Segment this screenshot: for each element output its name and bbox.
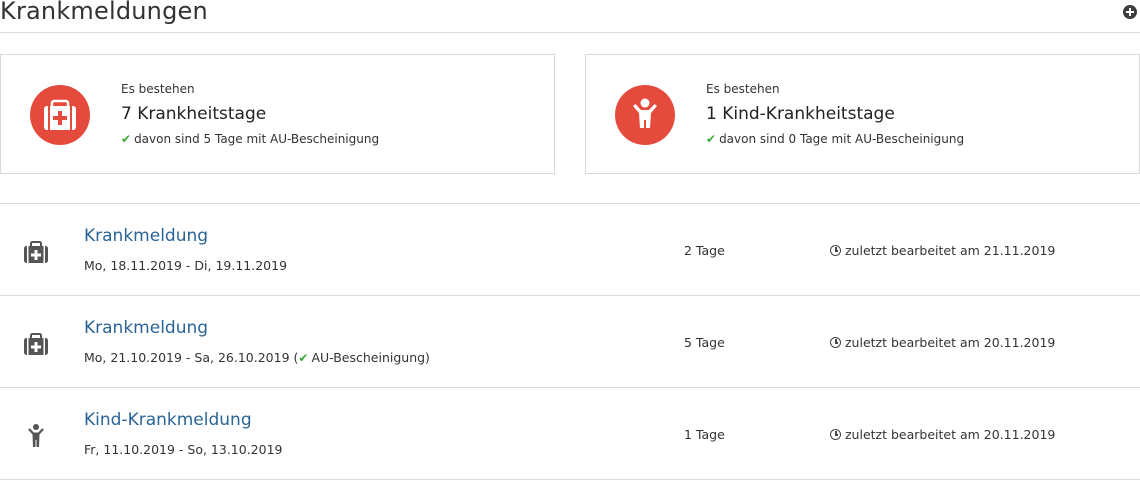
child-icon bbox=[615, 85, 675, 145]
summary-sub-text: davon sind 0 Tage mit AU-Bescheinigung bbox=[719, 132, 965, 146]
summary-value: 1 Kind-Krankheitstage bbox=[706, 104, 895, 124]
summary-label: Es bestehen bbox=[706, 82, 780, 96]
entry-title-link[interactable]: Kind-Krankmeldung bbox=[84, 410, 252, 430]
summary-card-sick-days: Es bestehen 7 Krankheitstage ✔ davon sind… bbox=[0, 54, 555, 174]
add-plus-icon[interactable] bbox=[1123, 5, 1137, 19]
first-aid-kit-icon bbox=[24, 333, 48, 355]
entry-days: 1 Tage bbox=[684, 427, 725, 442]
entry-title-link[interactable]: Krankmeldung bbox=[84, 226, 208, 246]
checkmark-icon: ✔ bbox=[706, 132, 717, 146]
first-aid-kit-icon bbox=[24, 241, 48, 263]
summary-card-child-sick-days: Es bestehen 1 Kind-Krankheitstage ✔ davon… bbox=[585, 54, 1140, 174]
clock-icon bbox=[830, 429, 841, 440]
entry-dates-text: Mo, 21.10.2019 - Sa, 26.10.2019 ( bbox=[84, 350, 299, 365]
summary-sub: ✔ davon sind 0 Tage mit AU-Bescheinigung bbox=[706, 132, 964, 146]
first-aid-kit-icon bbox=[30, 85, 90, 145]
entry-title-link[interactable]: Krankmeldung bbox=[84, 318, 208, 338]
entry-days: 5 Tage bbox=[684, 335, 725, 350]
entry-edited-text: zuletzt bearbeitet am 20.11.2019 bbox=[845, 335, 1056, 350]
list-item[interactable]: Kind-Krankmeldung Fr, 11.10.2019 - So, 1… bbox=[0, 388, 1140, 480]
entry-au-text: AU-Bescheinigung) bbox=[311, 350, 430, 365]
summary-label: Es bestehen bbox=[121, 82, 195, 96]
entry-days: 2 Tage bbox=[684, 243, 725, 258]
checkmark-icon: ✔ bbox=[121, 132, 132, 146]
entry-edited: zuletzt bearbeitet am 21.11.2019 bbox=[830, 243, 1055, 258]
clock-icon bbox=[830, 337, 841, 348]
entry-edited-text: zuletzt bearbeitet am 21.11.2019 bbox=[845, 243, 1056, 258]
entry-edited: zuletzt bearbeitet am 20.11.2019 bbox=[830, 335, 1055, 350]
clock-icon bbox=[830, 245, 841, 256]
entry-edited: zuletzt bearbeitet am 20.11.2019 bbox=[830, 427, 1055, 442]
list-item[interactable]: Krankmeldung Mo, 18.11.2019 - Di, 19.11.… bbox=[0, 204, 1140, 296]
sick-note-list: Krankmeldung Mo, 18.11.2019 - Di, 19.11.… bbox=[0, 203, 1140, 480]
entry-dates: Fr, 11.10.2019 - So, 13.10.2019 bbox=[84, 442, 283, 457]
summary-sub-text: davon sind 5 Tage mit AU-Bescheinigung bbox=[134, 132, 380, 146]
page-title: Krankmeldungen bbox=[0, 0, 208, 25]
entry-dates: Mo, 21.10.2019 - Sa, 26.10.2019 (✔ AU-Bes… bbox=[84, 350, 430, 365]
page-header: Krankmeldungen bbox=[0, 0, 1140, 33]
entry-edited-text: zuletzt bearbeitet am 20.11.2019 bbox=[845, 427, 1056, 442]
entry-dates: Mo, 18.11.2019 - Di, 19.11.2019 bbox=[84, 258, 288, 273]
child-icon bbox=[28, 424, 44, 447]
checkmark-icon: ✔ bbox=[298, 351, 309, 365]
summary-value: 7 Krankheitstage bbox=[121, 104, 267, 124]
summary-sub: ✔ davon sind 5 Tage mit AU-Bescheinigung bbox=[121, 132, 379, 146]
list-item[interactable]: Krankmeldung Mo, 21.10.2019 - Sa, 26.10.… bbox=[0, 296, 1140, 388]
